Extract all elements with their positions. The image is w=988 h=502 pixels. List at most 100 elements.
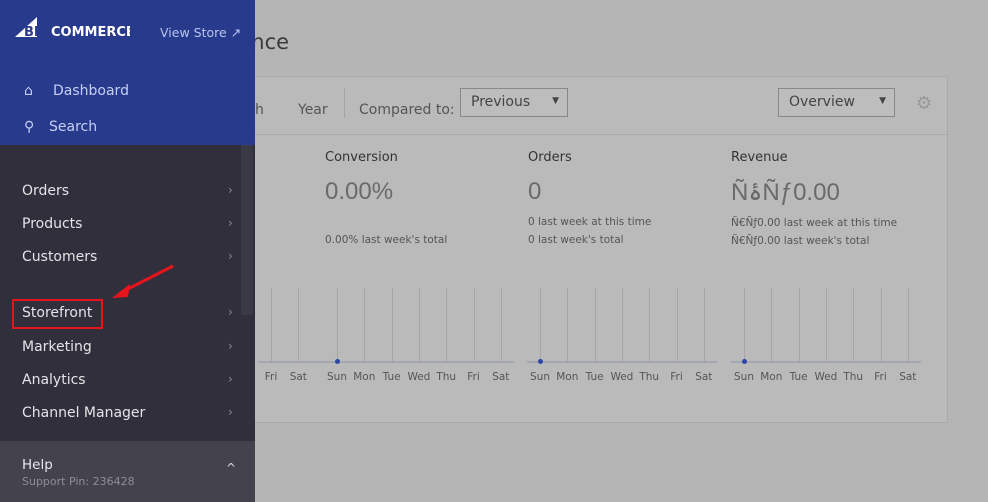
chart-gridline bbox=[771, 288, 773, 363]
metric-conversion: Conversion 0.00% 0.00% last week's total bbox=[325, 150, 525, 246]
chart-gridline bbox=[540, 288, 541, 363]
metric-sub: Ñ€Ñƒ0.00 last week at this time bbox=[731, 217, 898, 229]
view-store-label: View Store bbox=[160, 25, 227, 40]
chart-gridline bbox=[853, 288, 855, 363]
chart-day-label: Tue bbox=[789, 371, 808, 383]
help-label: Help bbox=[22, 457, 53, 473]
chart-day-label: Fri bbox=[670, 371, 683, 383]
chart-day-label: Mon bbox=[760, 371, 783, 383]
external-link-icon: ↗ bbox=[230, 25, 242, 40]
chart-day-label: Fri bbox=[264, 371, 278, 383]
tab-year[interactable]: Year bbox=[298, 102, 328, 118]
sidebar-item-customers[interactable]: Customers bbox=[22, 249, 97, 265]
metric-value: 0 bbox=[528, 178, 542, 205]
chart-gridline bbox=[567, 288, 569, 363]
annotation-highlight-box bbox=[12, 299, 103, 329]
caret-down-icon: ▼ bbox=[879, 96, 886, 106]
chart-gridline bbox=[880, 288, 882, 363]
chart-gridline bbox=[676, 288, 678, 363]
sidebar-item-orders[interactable]: Orders bbox=[22, 183, 69, 199]
support-pin: Support Pin: 236428 bbox=[22, 475, 135, 488]
sidebar-item-marketing[interactable]: Marketing bbox=[22, 339, 92, 355]
chart-gridline bbox=[703, 288, 705, 363]
chevron-right-icon: › bbox=[228, 249, 233, 263]
chart-day-label: Sat bbox=[899, 371, 917, 383]
sidebar-item-channel-manager[interactable]: Channel Manager bbox=[22, 405, 145, 421]
chart-day-label: Sat bbox=[289, 371, 307, 383]
chart-gridline bbox=[391, 288, 393, 363]
chart-gridline bbox=[798, 288, 800, 363]
chart-gridline bbox=[271, 288, 272, 363]
chart-day-label: Thu bbox=[436, 371, 457, 383]
svg-text:COMMERCE: COMMERCE bbox=[51, 25, 130, 40]
chart-day-label: Wed bbox=[814, 371, 838, 383]
chevron-right-icon: › bbox=[228, 183, 233, 197]
annotation-arrow-icon bbox=[112, 264, 174, 298]
metric-title: Revenue bbox=[731, 150, 788, 165]
chart-day-label: Fri bbox=[874, 371, 887, 383]
chart-data-point bbox=[742, 359, 747, 364]
chevron-right-icon: › bbox=[228, 372, 233, 386]
scrollbar[interactable] bbox=[241, 145, 253, 315]
chart-gridline bbox=[473, 288, 475, 363]
chart-day-label: Sat bbox=[492, 371, 510, 383]
sidebar-item-dashboard[interactable]: Dashboard bbox=[53, 83, 129, 99]
search-icon: ⚲ bbox=[24, 119, 35, 135]
chart-gridline bbox=[649, 288, 651, 363]
compared-value: Previous bbox=[471, 94, 531, 110]
compared-select[interactable]: Previous ▼ bbox=[460, 88, 568, 117]
chart-gridline bbox=[337, 288, 338, 363]
chart-gridline bbox=[298, 288, 300, 363]
chart-day-label: Wed bbox=[407, 371, 431, 383]
chevron-right-icon: › bbox=[228, 216, 233, 230]
view-value: Overview bbox=[789, 94, 855, 110]
metric-sub bbox=[325, 216, 525, 230]
sidebar: BIG COMMERCE View Store ↗ ⌂ Dashboard ⚲ … bbox=[0, 0, 255, 502]
metric-sub: Ñ€Ñƒ0.00 last week's total bbox=[731, 235, 870, 247]
metric-orders: Orders 0 0 last week at this time 0 last… bbox=[528, 150, 728, 246]
chart-gridline bbox=[446, 288, 448, 363]
chevron-right-icon: › bbox=[228, 339, 233, 353]
sidebar-item-products[interactable]: Products bbox=[22, 216, 82, 232]
chart-gridline bbox=[594, 288, 596, 363]
chart-day-label: Sun bbox=[530, 371, 550, 383]
chart-gridline bbox=[500, 288, 502, 363]
svg-text:BIG: BIG bbox=[24, 25, 49, 40]
chart-day-label: Sun bbox=[734, 371, 754, 383]
sidebar-item-analytics[interactable]: Analytics bbox=[22, 372, 86, 388]
gear-icon[interactable]: ⚙ bbox=[916, 93, 932, 114]
chart-day-label: Sun bbox=[327, 371, 347, 383]
metric-title: Orders bbox=[528, 150, 572, 165]
mini-chart: Sun Mon Tue Wed Thu Fri Sat bbox=[527, 288, 722, 388]
chart-day-label: Thu bbox=[843, 371, 864, 383]
compared-to-label: Compared to: bbox=[359, 102, 455, 118]
caret-down-icon: ▼ bbox=[552, 96, 559, 106]
chart-day-label: Tue bbox=[382, 371, 401, 383]
chart-gridline bbox=[907, 288, 909, 363]
metric-sub: 0.00% last week's total bbox=[325, 234, 448, 246]
metric-sub: 0 last week at this time bbox=[528, 216, 652, 228]
help-section[interactable]: Help Support Pin: 236428 ^ bbox=[0, 441, 255, 502]
view-select[interactable]: Overview ▼ bbox=[778, 88, 895, 117]
view-store-link[interactable]: View Store ↗ bbox=[160, 25, 241, 40]
chart-day-label: Fri bbox=[467, 371, 480, 383]
chart-gridline bbox=[744, 288, 745, 363]
bigcommerce-logo: BIG COMMERCE bbox=[15, 17, 130, 40]
sidebar-item-search[interactable]: Search bbox=[49, 119, 97, 135]
metric-revenue: Revenue ÑۀÑƒ0.00 Ñ€Ñƒ0.00 last week at t… bbox=[731, 150, 931, 247]
metric-value: ÑۀÑƒ0.00 bbox=[731, 179, 840, 206]
metric-sub: 0 last week's total bbox=[528, 234, 624, 246]
chevron-right-icon: › bbox=[228, 405, 233, 419]
chart-day-label: Mon bbox=[556, 371, 579, 383]
mini-chart: Sun Mon Tue Wed Thu Fri Sat bbox=[324, 288, 519, 388]
chevron-right-icon: › bbox=[228, 305, 233, 319]
chevron-up-icon[interactable]: ^ bbox=[226, 461, 236, 475]
chart-data-point bbox=[335, 359, 340, 364]
divider bbox=[200, 134, 948, 135]
chart-day-label: Tue bbox=[585, 371, 604, 383]
metric-value: 0.00% bbox=[325, 178, 394, 205]
chart-day-label: Sat bbox=[695, 371, 713, 383]
chart-gridline bbox=[621, 288, 623, 363]
chart-gridline bbox=[825, 288, 827, 363]
chart-gridline bbox=[418, 288, 420, 363]
